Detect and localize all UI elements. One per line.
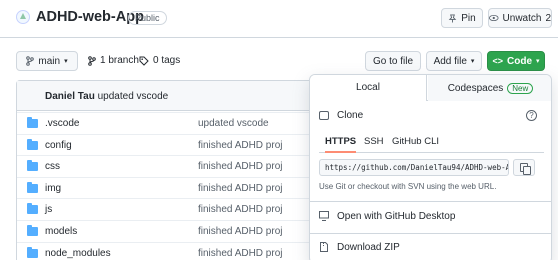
latest-commit-bar: Daniel Tau updated vscode — [17, 81, 316, 111]
file-commit-message[interactable]: finished ADHD proj — [198, 248, 282, 259]
code-button[interactable]: <> Code ▾ — [487, 51, 545, 71]
file-name[interactable]: models — [45, 226, 77, 237]
repo-header: ADHD-web-App Public Pin Unwatch 2 — [0, 0, 558, 38]
unwatch-label: Unwatch — [502, 12, 542, 24]
branch-icon — [88, 55, 96, 66]
file-name[interactable]: img — [45, 183, 61, 194]
code-icon: <> — [492, 56, 503, 66]
zip-icon — [320, 242, 328, 252]
dropdown-tabs: Local Codespaces New — [310, 75, 551, 101]
folder-icon — [27, 181, 38, 193]
pin-button[interactable]: Pin — [441, 8, 483, 28]
visibility-badge: Public — [128, 11, 167, 25]
file-commit-message[interactable]: finished ADHD proj — [198, 183, 282, 194]
latest-commit[interactable]: Daniel Tau updated vscode — [45, 91, 168, 102]
clone-title: Clone — [337, 110, 364, 121]
add-file-label: Add file — [433, 55, 467, 67]
file-commit-message[interactable]: finished ADHD proj — [198, 161, 282, 172]
tab-https[interactable]: HTTPS — [325, 136, 357, 153]
file-row[interactable]: img finished ADHD proj — [17, 176, 316, 199]
file-row[interactable]: models finished ADHD proj — [17, 220, 316, 242]
file-row[interactable]: .vscode updated vscode — [17, 112, 316, 134]
tab-codespaces[interactable]: Codespaces New — [428, 75, 551, 101]
terminal-icon — [319, 111, 329, 120]
branch-select-button[interactable]: main ▾ — [16, 51, 78, 71]
chevron-down-icon: ▾ — [470, 58, 475, 65]
tags-count: 0 tags — [153, 55, 181, 66]
add-file-button[interactable]: Add file ▾ — [426, 51, 482, 71]
unwatch-button[interactable]: Unwatch 2 — [488, 8, 552, 28]
clone-hint: Use Git or checkout with SVN using the w… — [319, 182, 497, 191]
file-name[interactable]: config — [45, 140, 72, 151]
code-label: Code — [507, 55, 532, 67]
commit-message[interactable]: updated vscode — [98, 91, 169, 102]
file-row[interactable]: node_modules finished ADHD proj — [17, 241, 316, 260]
divider — [310, 233, 551, 234]
branches-link[interactable]: 1 branch — [88, 55, 139, 66]
file-commit-message[interactable]: finished ADHD proj — [198, 226, 282, 237]
open-with-github-desktop[interactable]: Open with GitHub Desktop — [337, 211, 455, 222]
tags-link[interactable]: 0 tags — [139, 55, 180, 66]
pin-label: Pin — [461, 12, 476, 24]
folder-icon — [27, 246, 38, 258]
file-row[interactable]: config finished ADHD proj — [17, 133, 316, 156]
file-list: Daniel Tau updated vscode .vscode updated… — [16, 80, 316, 260]
divider — [310, 201, 551, 202]
folder-icon — [27, 203, 38, 215]
tab-local[interactable]: Local — [310, 75, 427, 101]
folder-icon — [27, 138, 38, 150]
watch-count: 2 — [545, 12, 551, 24]
file-name[interactable]: js — [45, 204, 52, 215]
folder-icon — [27, 117, 38, 128]
branch-name: main — [38, 55, 61, 67]
new-badge: New — [507, 82, 534, 94]
file-row[interactable]: js finished ADHD proj — [17, 198, 316, 220]
download-zip[interactable]: Download ZIP — [337, 242, 400, 253]
file-row[interactable]: css finished ADHD proj — [17, 155, 316, 177]
file-name[interactable]: css — [45, 161, 60, 172]
file-name[interactable]: node_modules — [45, 248, 111, 259]
folder-icon — [27, 160, 38, 172]
copy-icon[interactable] — [513, 159, 535, 176]
tab-github-cli[interactable]: GitHub CLI — [392, 136, 439, 147]
file-name[interactable]: .vscode — [45, 118, 79, 129]
clone-url-input[interactable]: https://github.com/DanielTau94/ADHD-web-… — [319, 159, 509, 176]
go-to-file-label: Go to file — [372, 55, 414, 67]
file-commit-message[interactable]: finished ADHD proj — [198, 204, 282, 215]
branches-count: 1 branch — [100, 55, 139, 66]
go-to-file-button[interactable]: Go to file — [365, 51, 421, 71]
branch-icon — [26, 56, 35, 66]
tag-icon — [139, 56, 149, 66]
tab-codespaces-label: Codespaces — [447, 82, 504, 94]
file-commit-message[interactable]: updated vscode — [198, 118, 269, 129]
protocol-tabs: HTTPS SSH GitHub CLI — [319, 133, 544, 153]
desktop-download-icon — [319, 211, 329, 221]
chevron-down-icon: ▾ — [536, 58, 540, 65]
eye-icon — [489, 14, 499, 22]
tab-ssh[interactable]: SSH — [364, 136, 384, 147]
pin-icon — [448, 13, 457, 23]
file-commit-message[interactable]: finished ADHD proj — [198, 140, 282, 151]
code-dropdown: Local Codespaces New Clone ? HTTPS SSH G… — [309, 74, 552, 260]
question-icon[interactable]: ? — [526, 110, 537, 121]
repo-owner-avatar-icon[interactable] — [16, 10, 30, 24]
chevron-down-icon: ▾ — [64, 58, 68, 65]
folder-icon — [27, 225, 38, 236]
commit-author[interactable]: Daniel Tau — [45, 91, 95, 102]
